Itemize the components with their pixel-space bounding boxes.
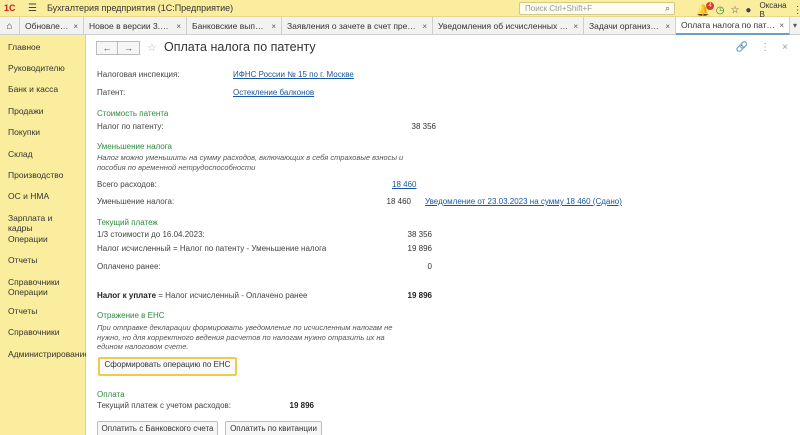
close-icon[interactable]: × — [176, 22, 181, 31]
sidebar-item-assets[interactable]: ОС и НМА — [0, 191, 86, 201]
current-with-expenses-value: 19 896 — [289, 401, 314, 410]
notification-link[interactable]: Уведомление от 23.03.2023 на сумму 18 46… — [425, 197, 622, 206]
page-title: Оплата налога по патенту — [164, 40, 316, 54]
bell-icon[interactable]: 🔔 4 — [696, 1, 714, 17]
pay-by-receipt-button[interactable]: Оплатить по квитанции — [225, 421, 322, 435]
search-input[interactable]: Поиск Ctrl+Shift+F ⌕ — [519, 2, 675, 15]
ens-section-title: Отражение в ЕНС — [97, 311, 165, 320]
to-pay-value: 19 896 — [407, 291, 432, 300]
create-ens-operation-button[interactable]: Сформировать операцию по ЕНС — [98, 357, 237, 376]
tax-office-link[interactable]: ИФНС России № 15 по г. Москве — [233, 70, 354, 79]
user-avatar-icon[interactable]: ● — [745, 5, 751, 16]
close-icon[interactable]: × — [573, 22, 578, 31]
home-icon[interactable]: ⌂ — [0, 17, 20, 35]
patent-link[interactable]: Остекление балконов — [233, 88, 314, 97]
sidebar-item-purchases[interactable]: Покупки — [0, 127, 86, 137]
current-payment-section-title: Текущий платеж — [97, 218, 158, 227]
reduction-label: Уменьшение налога: — [97, 197, 175, 206]
tax-office-label: Налоговая инспекция: — [97, 70, 180, 79]
close-icon[interactable]: × — [782, 42, 788, 53]
star-icon[interactable]: ☆ — [730, 5, 739, 16]
patent-label: Патент: — [97, 88, 126, 97]
tab-patent-payment[interactable]: Оплата налога по патенту × — [676, 17, 790, 35]
sidebar-item-reports-2[interactable]: Отчеты — [0, 306, 86, 316]
title-bar: 1С ☰ Бухгалтерия предприятия (1С:Предпри… — [0, 0, 800, 19]
close-icon[interactable]: × — [665, 22, 670, 31]
to-pay-label-bold: Налог к уплате — [97, 291, 157, 300]
sidebar-item-payroll[interactable]: Зарплата и кадры — [0, 213, 86, 233]
sidebar-item-administration[interactable]: Администрирование — [0, 349, 89, 359]
close-icon[interactable]: × — [271, 22, 276, 31]
sidebar: Главное Руководителю Банк и касса Продаж… — [0, 35, 89, 435]
tab-tax-notifications[interactable]: Уведомления об исчисленных сум... × — [433, 17, 584, 35]
calc-tax-value: 19 896 — [407, 244, 432, 253]
app-title: Бухгалтерия предприятия (1С:Предприятие) — [46, 3, 234, 13]
pay-from-bank-button[interactable]: Оплатить с Банковского счета — [97, 421, 218, 435]
sidebar-item-reports[interactable]: Отчеты — [0, 255, 86, 265]
close-icon[interactable]: × — [779, 21, 784, 30]
tab-bank-statements[interactable]: Банковские выписки × — [187, 17, 282, 35]
sidebar-item-sales[interactable]: Продажи — [0, 106, 86, 116]
calc-tax-label: Налог исчисленный = Налог по патенту - У… — [97, 244, 327, 253]
sidebar-item-warehouse[interactable]: Склад — [0, 149, 86, 159]
third-cost-value: 38 356 — [407, 230, 432, 239]
ens-note: При отправке декларации формировать увед… — [97, 323, 393, 351]
sidebar-item-operations[interactable]: Операции — [0, 234, 86, 244]
app-logo: 1С — [4, 3, 16, 13]
history-icon[interactable]: ◷ — [716, 5, 725, 16]
cost-section-title: Стоимость патента — [97, 109, 169, 118]
tabs-dropdown-icon[interactable]: ▾ — [790, 17, 800, 34]
sidebar-item-production[interactable]: Производство — [0, 170, 86, 180]
tabs-bar: ⌂ Обновления × Новое в версии 3.0.132 × Ба… — [0, 17, 800, 35]
patent-tax-value: 38 356 — [411, 122, 436, 131]
payment-section-title: Оплата — [97, 390, 125, 399]
reduction-note: Налог можно уменьшить на сумму расходов,… — [97, 153, 404, 172]
tab-updates[interactable]: Обновления × — [20, 17, 84, 35]
search-placeholder: Поиск Ctrl+Shift+F — [525, 4, 593, 13]
hamburger-menu-icon[interactable]: ☰ — [28, 3, 37, 14]
close-icon[interactable]: × — [73, 22, 78, 31]
sidebar-item-label: Справочники — [8, 277, 60, 287]
sidebar-item-label: Операции — [8, 287, 48, 297]
sidebar-item-catalogs[interactable]: Справочники — [0, 327, 86, 337]
options-icon[interactable]: ⋮ — [793, 5, 800, 16]
total-expenses-label: Всего расходов: — [97, 180, 157, 189]
to-pay-label-rest: = Налог исчисленный - Оплачено ранее — [156, 291, 308, 300]
sidebar-item-catalogs-operations[interactable]: Справочники Операции — [0, 277, 86, 297]
paid-value: 0 — [427, 262, 432, 271]
forward-arrow-icon[interactable]: → — [118, 41, 140, 55]
paid-label: Оплачено ранее: — [97, 262, 161, 271]
link-icon[interactable]: 🔗 — [736, 42, 748, 53]
main-content: ← → ☆ Оплата налога по патенту 🔗 ⋮ × Нал… — [86, 35, 800, 435]
close-icon[interactable]: × — [422, 22, 427, 31]
nav-buttons: ← → — [96, 41, 140, 55]
favorite-star-icon[interactable]: ☆ — [147, 41, 157, 54]
form-toolbar-icons: 🔗 ⋮ × — [736, 42, 788, 53]
third-cost-label: 1/3 стоимости до 16.04.2023: — [97, 230, 205, 239]
back-arrow-icon[interactable]: ← — [96, 41, 118, 55]
sidebar-item-bank[interactable]: Банк и касса — [0, 84, 86, 94]
reduction-section-title: Уменьшение налога — [97, 142, 172, 151]
patent-tax-label: Налог по патенту: — [97, 122, 164, 131]
sidebar-item-manager[interactable]: Руководителю — [0, 63, 86, 73]
tab-new-version[interactable]: Новое в версии 3.0.132 × — [84, 17, 187, 35]
tab-offset-statements[interactable]: Заявления о зачете в счет предст... × — [282, 17, 433, 35]
reduction-value: 18 460 — [386, 197, 411, 206]
total-expenses-link[interactable]: 18 460 — [392, 180, 416, 189]
notification-badge: 4 — [706, 1, 714, 10]
more-options-icon[interactable]: ⋮ — [760, 42, 770, 53]
tab-org-tasks[interactable]: Задачи организации× — [584, 17, 676, 35]
search-icon: ⌕ — [664, 3, 670, 13]
to-pay-label: Налог к уплате = Налог исчисленный - Опл… — [97, 291, 307, 300]
sidebar-item-main[interactable]: Главное — [0, 42, 86, 52]
current-with-expenses-label: Текущий платеж с учетом расходов: — [97, 401, 231, 410]
